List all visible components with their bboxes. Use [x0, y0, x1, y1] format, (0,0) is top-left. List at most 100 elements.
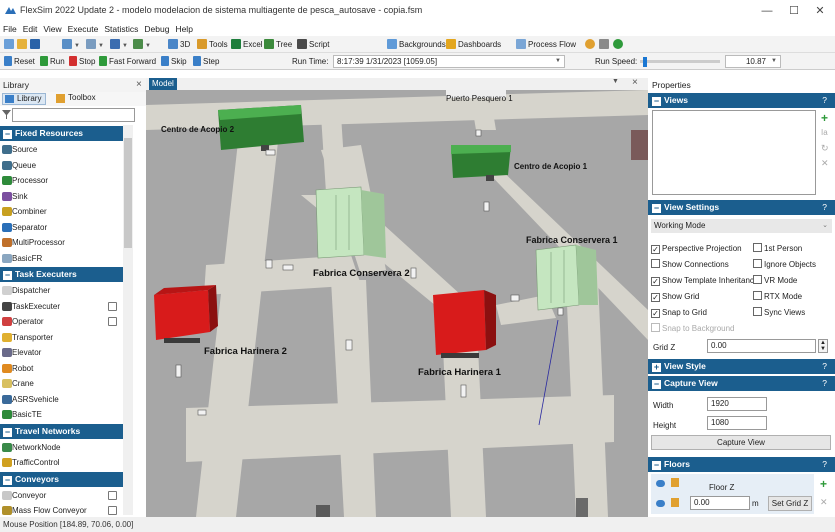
library-item-robot[interactable]: Robot [0, 361, 123, 377]
collapse-icon[interactable]: − [652, 380, 661, 389]
run-speed-knob[interactable] [643, 57, 648, 67]
library-item-dispatcher[interactable]: Dispatcher [0, 283, 123, 299]
checkbox-icon[interactable]: ✓ [651, 245, 660, 254]
library-item-crane[interactable]: Crane [0, 376, 123, 392]
checkbox-1st-person[interactable]: 1st Person [753, 243, 802, 254]
settings-icon[interactable] [585, 38, 597, 51]
menu-view[interactable]: View [40, 22, 64, 36]
library-item-transporter[interactable]: Transporter [0, 330, 123, 346]
group-task-executers[interactable]: − Task Executers [0, 267, 123, 282]
checkbox-show-template-inheritance[interactable]: ✓ Show Template Inheritance [651, 275, 758, 286]
menu-statistics[interactable]: Statistics [101, 22, 141, 36]
run-button[interactable]: Run [40, 55, 65, 68]
checkbox-icon[interactable]: ✓ [651, 277, 660, 286]
library-item-basicte[interactable]: BasicTE [0, 407, 123, 423]
collapse-icon[interactable]: − [3, 271, 12, 280]
open-folder-icon[interactable] [17, 38, 29, 51]
library-item-taskexecuter[interactable]: TaskExecuter [0, 299, 123, 315]
duplicate-icon[interactable] [108, 301, 117, 311]
capture-view-button[interactable]: Capture View [651, 435, 831, 450]
checkbox-icon[interactable] [753, 291, 762, 300]
tab-model[interactable]: Model [149, 78, 177, 90]
maximize-button[interactable]: ☐ [782, 3, 806, 19]
working-mode-select[interactable]: Working Mode ⌄ [651, 219, 832, 233]
script-button[interactable]: Script [297, 38, 329, 51]
lock-icon[interactable] [671, 478, 679, 487]
process-flow-button[interactable]: Process Flow [516, 38, 576, 51]
library-item-mass-flow-conveyor[interactable]: Mass Flow Conveyor [0, 503, 123, 515]
library-item-trafficcontrol[interactable]: TrafficControl [0, 455, 123, 471]
grid-z-field[interactable]: 0.00 [707, 339, 816, 353]
collapse-icon[interactable]: − [652, 204, 661, 213]
floor-z-field[interactable]: 0.00 [690, 496, 750, 510]
expand-icon[interactable]: + [652, 363, 661, 372]
capture-height-field[interactable]: 1080 [707, 416, 767, 430]
model-close-button[interactable]: × [632, 77, 638, 88]
add-view-icon[interactable]: + [821, 111, 828, 125]
tools-button[interactable]: Tools [197, 38, 228, 51]
add-floor-icon[interactable]: + [820, 477, 827, 491]
close-button[interactable]: ✕ [808, 3, 832, 19]
views-list[interactable] [652, 110, 816, 195]
backgrounds-button[interactable]: Backgrounds [387, 38, 446, 51]
run-speed-slider[interactable] [640, 60, 720, 63]
help-icon[interactable] [613, 38, 625, 51]
tab-list-dropdown-icon[interactable]: ▼ [612, 78, 619, 85]
checkbox-vr-mode[interactable]: VR Mode [753, 275, 797, 286]
view-settings-header[interactable]: − View Settings? [648, 200, 835, 215]
new-model-icon[interactable] [4, 38, 16, 51]
checkbox-icon[interactable] [753, 275, 762, 284]
run-speed-field[interactable]: 10.87 ▼ [725, 55, 781, 68]
run-time-dropdown-icon[interactable]: ▼ [555, 56, 561, 67]
menu-edit[interactable]: Edit [20, 22, 41, 36]
run-speed-dropdown-icon[interactable]: ▼ [771, 56, 777, 67]
duplicate-icon[interactable] [108, 490, 117, 500]
checkbox-ignore-objects[interactable]: Ignore Objects [753, 259, 816, 270]
collapse-icon[interactable]: − [652, 97, 661, 106]
view-tool-icon[interactable]: ▼ [133, 38, 151, 51]
filter-icon[interactable] [2, 110, 11, 119]
library-item-networknode[interactable]: NetworkNode [0, 440, 123, 456]
set-grid-z-button[interactable]: Set Grid Z [768, 496, 812, 511]
collapse-icon[interactable]: − [3, 475, 12, 485]
help-icon[interactable]: ? [822, 376, 827, 391]
lock-icon[interactable] [671, 498, 679, 507]
group-fixed-resources[interactable]: − Fixed Resources [0, 126, 123, 141]
eye-icon[interactable] [656, 480, 665, 487]
step-button[interactable]: Step [193, 55, 219, 68]
menu-execute[interactable]: Execute [65, 22, 102, 36]
skip-button[interactable]: Skip [161, 55, 187, 68]
checkbox-rtx-mode[interactable]: RTX Mode [753, 291, 802, 302]
capture-width-field[interactable]: 1920 [707, 397, 767, 411]
connect-icon[interactable] [599, 38, 611, 51]
dashboards-button[interactable]: Dashboards [446, 38, 501, 51]
duplicate-icon[interactable] [108, 506, 117, 515]
library-item-asrsvehicle[interactable]: ASRSvehicle [0, 392, 123, 408]
stop-button[interactable]: Stop [69, 55, 95, 68]
library-item-queue[interactable]: Queue [0, 158, 123, 174]
link-tool-icon[interactable]: ▼ [86, 38, 104, 51]
help-icon[interactable]: ? [822, 359, 827, 374]
collapse-icon[interactable]: − [3, 427, 12, 437]
library-item-separator[interactable]: Separator [0, 220, 123, 236]
fast-forward-button[interactable]: Fast Forward [99, 55, 156, 68]
tab-toolbox[interactable]: Toolbox [54, 93, 100, 105]
collapse-icon[interactable]: − [652, 461, 661, 470]
library-item-conveyor[interactable]: Conveyor [0, 488, 123, 504]
checkbox-show-grid[interactable]: ✓ Show Grid [651, 291, 699, 302]
tree-button[interactable]: Tree [264, 38, 292, 51]
menu-debug[interactable]: Debug [141, 22, 172, 36]
reset-button[interactable]: Reset [4, 55, 35, 68]
library-item-elevator[interactable]: Elevator [0, 345, 123, 361]
help-icon[interactable]: ? [822, 93, 827, 108]
library-item-source[interactable]: Source [0, 142, 123, 158]
3d-view-button[interactable]: 3D [168, 38, 190, 51]
chevron-down-icon[interactable]: ⌄ [822, 219, 828, 233]
menu-file[interactable]: File [0, 22, 20, 36]
run-time-field[interactable]: 8:17:39 1/31/2023 [1059.05] ▼ [333, 55, 565, 68]
views-header[interactable]: − Views? [648, 93, 835, 108]
duplicate-icon[interactable] [108, 317, 117, 326]
checkbox-sync-views[interactable]: Sync Views [753, 307, 805, 318]
library-filter-input[interactable] [12, 108, 135, 122]
checkbox-icon[interactable]: ✓ [651, 293, 660, 302]
